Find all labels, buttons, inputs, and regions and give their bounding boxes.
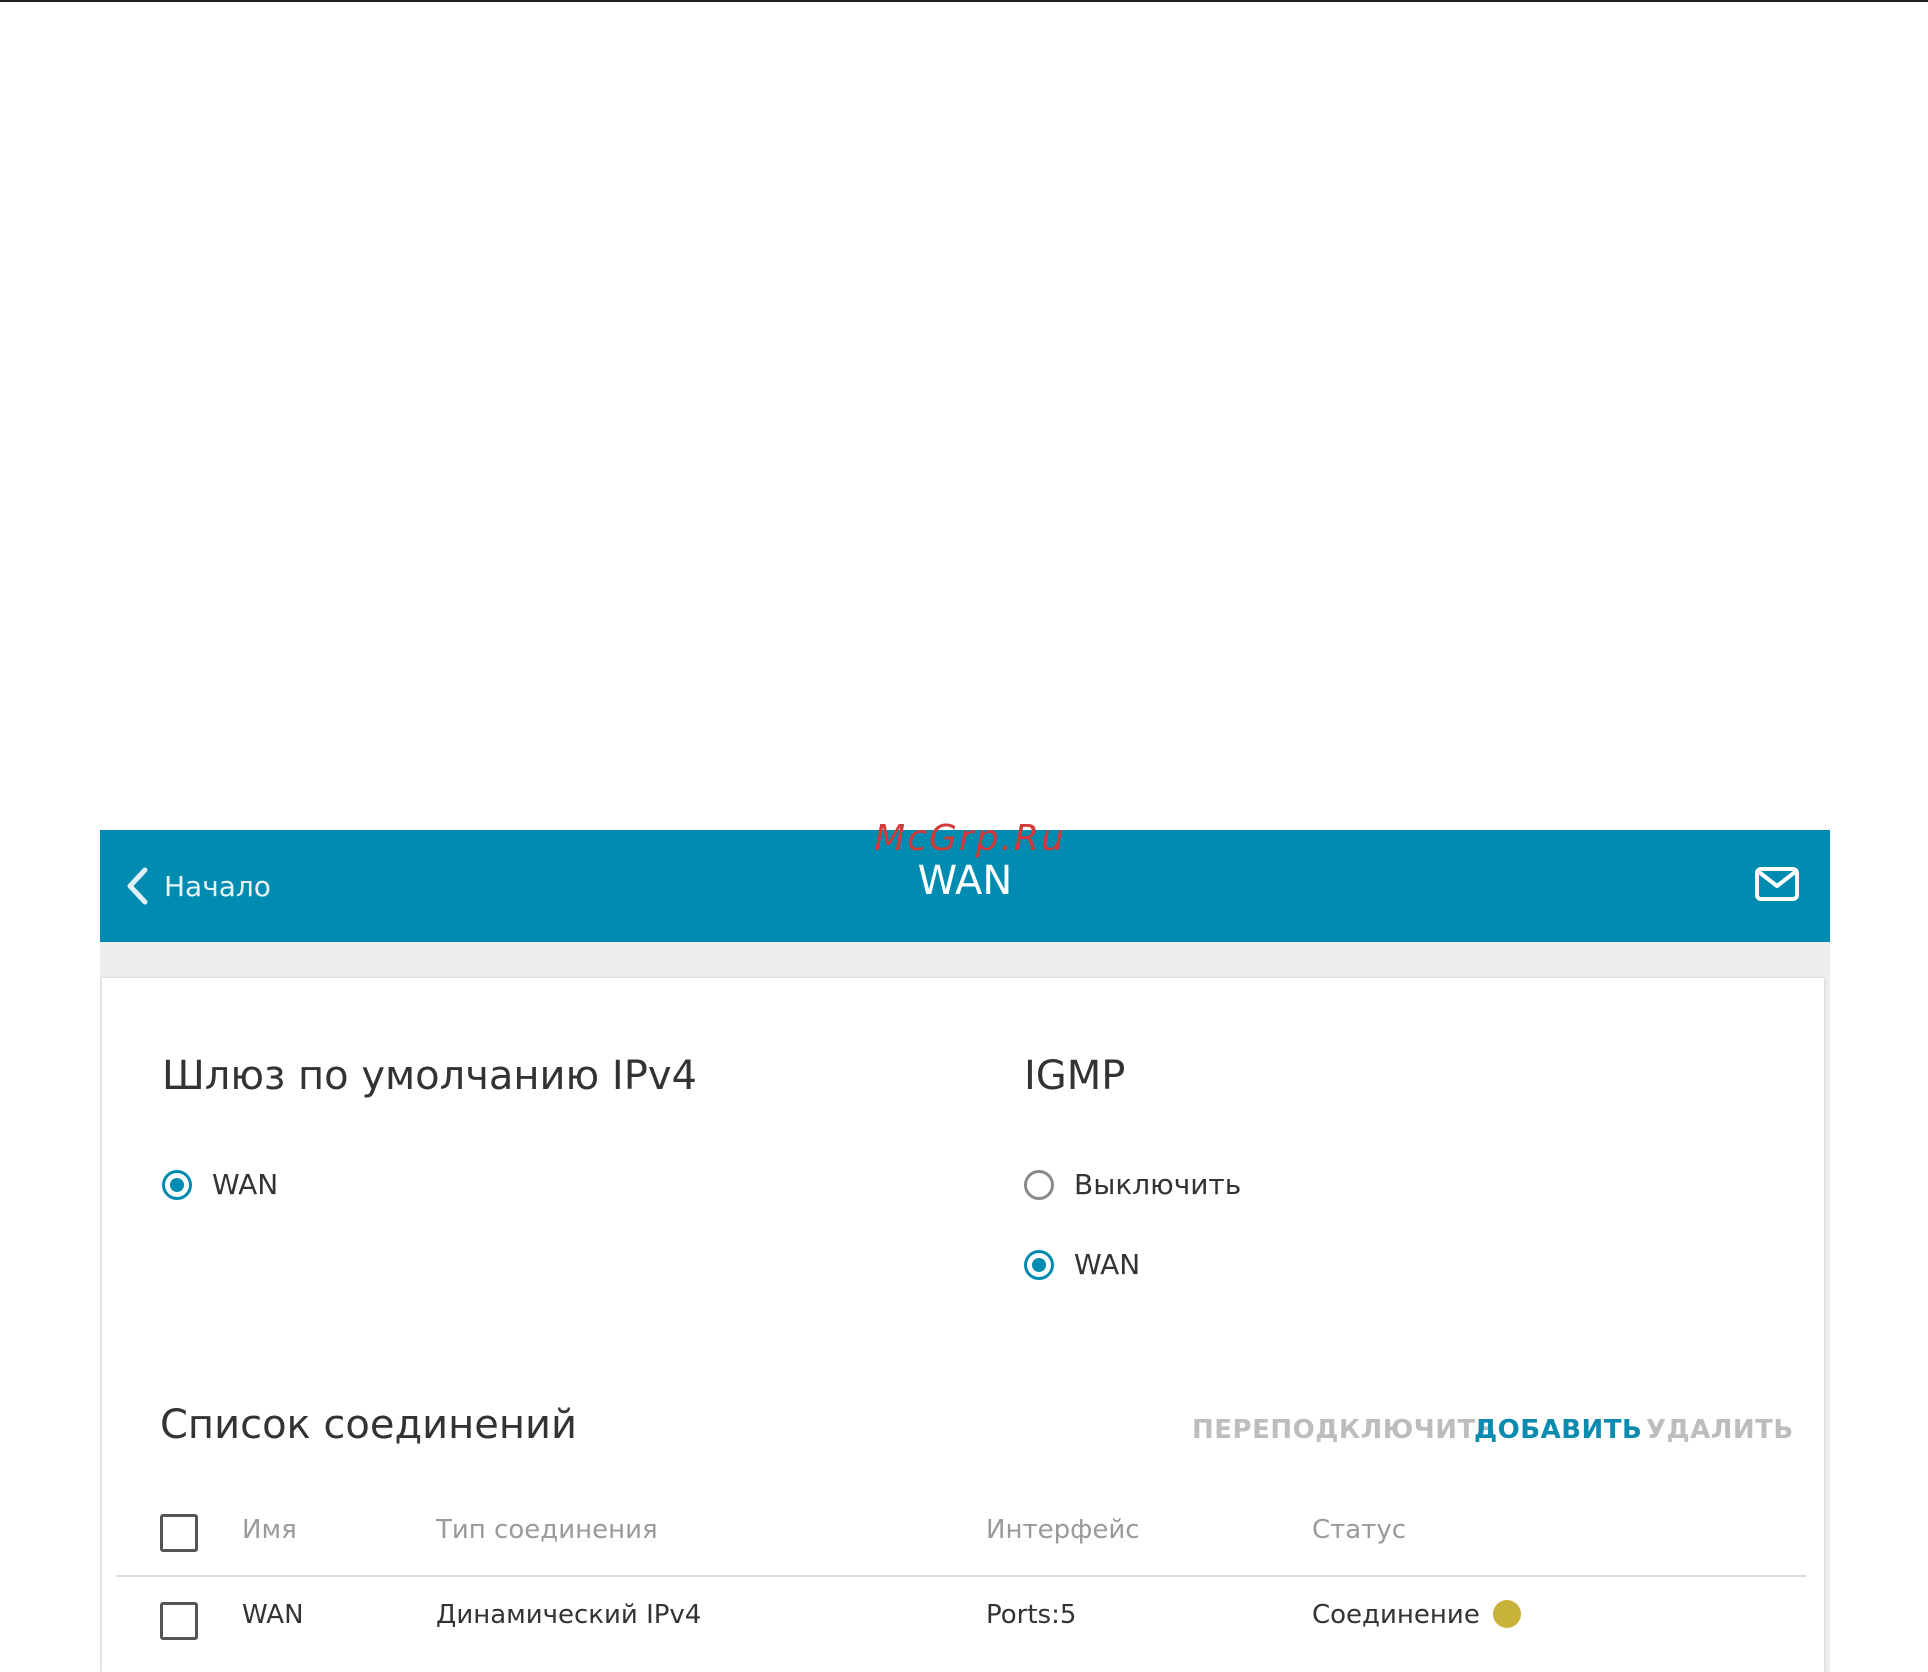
envelope-icon (1754, 867, 1800, 906)
column-header-interface[interactable]: Интерфейс (986, 1515, 1140, 1545)
radio-button[interactable] (162, 1169, 192, 1200)
column-header-type[interactable]: Тип соединения (436, 1515, 658, 1545)
watermark: McGrp.Ru (874, 818, 1066, 859)
gateway-option-wan[interactable]: WAN (162, 1168, 278, 1201)
reconnect-button[interactable]: ПЕРЕПОДКЛЮЧИТЬ (1192, 1415, 1496, 1445)
igmp-option-wan[interactable]: WAN (1024, 1248, 1140, 1281)
delete-button[interactable]: УДАЛИТЬ (1646, 1415, 1794, 1445)
page-title: WAN (917, 858, 1013, 904)
select-all-checkbox[interactable] (160, 1514, 198, 1552)
row-status[interactable]: Соединение (1312, 1600, 1480, 1630)
row-checkbox[interactable] (160, 1602, 198, 1640)
row-type[interactable]: Динамический IPv4 (436, 1600, 701, 1630)
add-button[interactable]: ДОБАВИТЬ (1474, 1415, 1642, 1445)
radio-button[interactable] (1024, 1249, 1054, 1280)
igmp-option-off[interactable]: Выключить (1024, 1168, 1241, 1201)
radio-label: WAN (212, 1168, 279, 1201)
row-name[interactable]: WAN (242, 1600, 304, 1630)
gateway-section-title: Шлюз по умолчанию IPv4 (162, 1053, 697, 1099)
table-divider (116, 1575, 1806, 1577)
top-rule (0, 0, 1928, 2)
radio-label: WAN (1074, 1248, 1141, 1281)
status-indicator (1493, 1600, 1521, 1628)
connections-section-title: Список соединений (160, 1402, 578, 1448)
igmp-section-title: IGMP (1024, 1053, 1126, 1099)
radio-label: Выключить (1074, 1168, 1242, 1201)
row-interface[interactable]: Ports:5 (986, 1600, 1076, 1630)
notifications-button[interactable] (1754, 866, 1800, 906)
column-header-status[interactable]: Статус (1312, 1515, 1406, 1545)
radio-button[interactable] (1024, 1169, 1054, 1200)
column-header-name[interactable]: Имя (242, 1515, 297, 1545)
